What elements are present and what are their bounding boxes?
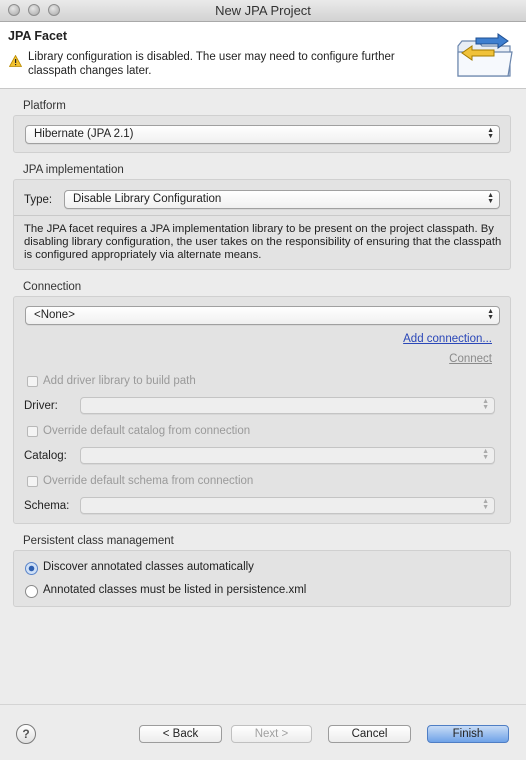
header-message: Library configuration is disabled. The u… xyxy=(28,51,395,77)
help-button[interactable]: ? xyxy=(16,724,36,744)
wizard-header: JPA Facet Library configuration is disab… xyxy=(0,22,526,89)
page-title: JPA Facet xyxy=(8,29,68,43)
driver-label: Driver: xyxy=(24,400,58,412)
platform-group: Hibernate (JPA 2.1) ▲ ▼ xyxy=(13,115,511,153)
add-connection-link[interactable]: Add connection... xyxy=(403,333,492,345)
folder-arrows-icon xyxy=(457,33,513,77)
catalog-label: Catalog: xyxy=(24,450,67,462)
warning-icon xyxy=(9,55,22,67)
connection-select[interactable]: <None> ▲ ▼ xyxy=(25,306,500,325)
add-driver-label: Add driver library to build path xyxy=(43,375,196,387)
persistent-group: Discover annotated classes automatically… xyxy=(13,550,511,607)
platform-select[interactable]: Hibernate (JPA 2.1) ▲ ▼ xyxy=(25,125,500,144)
connect-link[interactable]: Connect xyxy=(449,353,492,365)
schema-label: Schema: xyxy=(24,500,70,512)
type-label: Type: xyxy=(24,194,53,206)
schema-select[interactable]: ▲ ▼ xyxy=(80,497,495,514)
override-schema-label: Override default schema from connection xyxy=(43,475,254,487)
discover-classes-radio[interactable] xyxy=(25,562,38,575)
connection-group-label: Connection xyxy=(23,281,82,293)
library-type-select[interactable]: Disable Library Configuration ▲ ▼ xyxy=(64,190,500,209)
back-button[interactable]: < Back xyxy=(139,725,222,743)
connection-group: <None> ▲ ▼ Add connection... Connect Add … xyxy=(13,296,511,524)
updown-arrows-icon: ▲ ▼ xyxy=(487,192,494,205)
button-bar-divider xyxy=(0,704,526,705)
platform-select-value: Hibernate (JPA 2.1) xyxy=(34,128,134,140)
window-title: New JPA Project xyxy=(215,3,311,18)
override-catalog-checkbox[interactable] xyxy=(27,426,38,437)
updown-arrows-icon: ▲ ▼ xyxy=(487,127,494,140)
divider xyxy=(14,215,510,216)
persistent-group-label: Persistent class management xyxy=(23,535,174,547)
window-titlebar: New JPA Project xyxy=(0,0,526,22)
override-catalog-label: Override default catalog from connection xyxy=(43,425,251,437)
updown-arrows-icon: ▲ ▼ xyxy=(487,308,494,321)
add-driver-checkbox[interactable] xyxy=(27,376,38,387)
platform-group-label: Platform xyxy=(23,100,66,112)
jpa-impl-group-label: JPA implementation xyxy=(23,164,124,176)
library-description: The JPA facet requires a JPA implementat… xyxy=(24,223,502,261)
discover-classes-label: Discover annotated classes automatically xyxy=(43,561,254,573)
next-button[interactable]: Next > xyxy=(231,725,312,743)
library-type-value: Disable Library Configuration xyxy=(73,193,222,205)
updown-arrows-icon: ▲ ▼ xyxy=(482,398,489,411)
connection-select-value: <None> xyxy=(34,309,75,321)
driver-select[interactable]: ▲ ▼ xyxy=(80,397,495,414)
finish-button[interactable]: Finish xyxy=(427,725,509,743)
catalog-select[interactable]: ▲ ▼ xyxy=(80,447,495,464)
listed-classes-label: Annotated classes must be listed in pers… xyxy=(43,584,307,596)
override-schema-checkbox[interactable] xyxy=(27,476,38,487)
jpa-impl-group: Type: Disable Library Configuration ▲ ▼ T… xyxy=(13,179,511,270)
updown-arrows-icon: ▲ ▼ xyxy=(482,448,489,461)
listed-classes-radio[interactable] xyxy=(25,585,38,598)
updown-arrows-icon: ▲ ▼ xyxy=(482,498,489,511)
cancel-button[interactable]: Cancel xyxy=(328,725,411,743)
